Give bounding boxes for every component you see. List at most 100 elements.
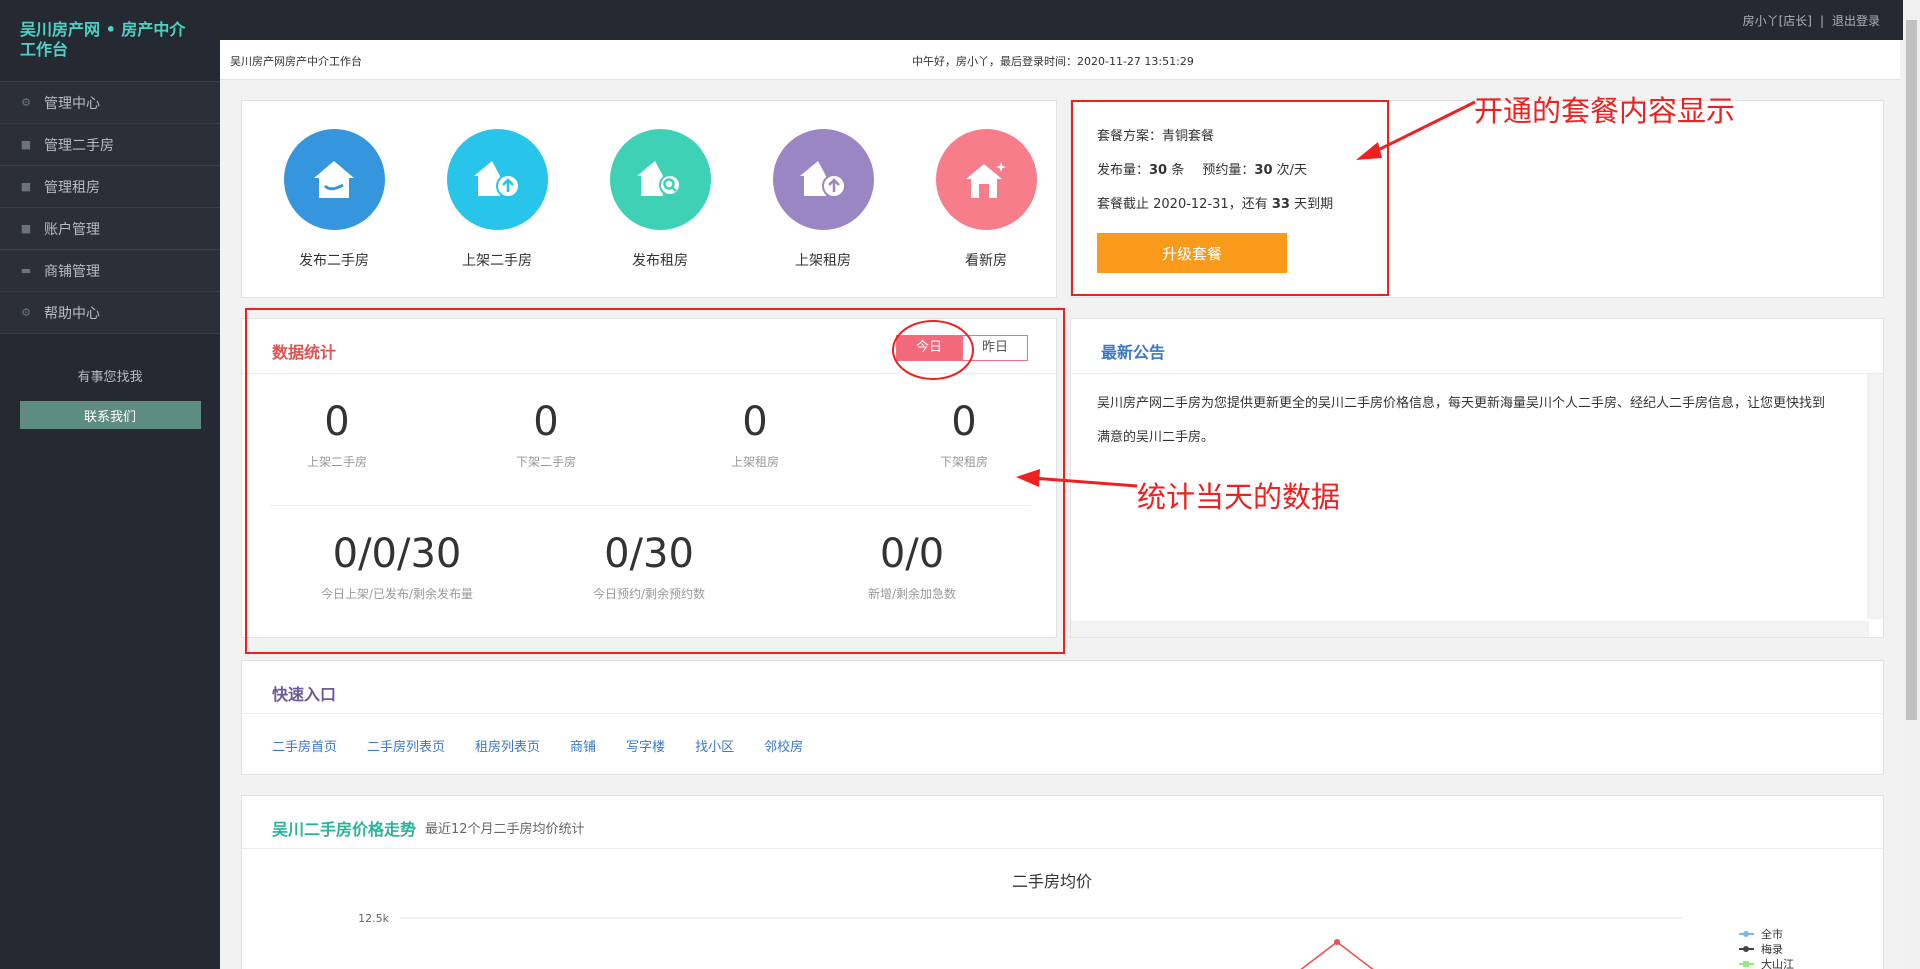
sidebar-item-help[interactable]: ⚙ 帮助中心 (0, 292, 220, 334)
gear-icon: ⚙ (21, 95, 31, 109)
divider (1071, 373, 1883, 374)
stat-listed-rental: 0 上架租房 (730, 399, 779, 469)
quick-link-second-hand-list[interactable]: 二手房列表页 (367, 736, 445, 755)
action-label: 发布二手房 (299, 253, 369, 269)
package-plan: 套餐方案：青铜套餐 (1097, 129, 1215, 144)
package-expiry: 套餐截止 2020-12-31，还有 33 天到期 (1097, 197, 1334, 212)
sidebar-item-label: 管理租房 (44, 179, 100, 196)
house-hand-icon (283, 129, 385, 230)
series-line (1300, 941, 1374, 969)
quick-link-community[interactable]: 找小区 (695, 736, 734, 755)
stats-tabs: 今日 昨日 (896, 335, 1028, 361)
price-trend-title: 吴川二手房价格走势 (272, 820, 417, 839)
quick-link-office[interactable]: 写字楼 (626, 736, 665, 755)
shop-icon: ▬ (20, 263, 32, 277)
sidebar-item-label: 管理中心 (44, 95, 100, 112)
stat-booking-quota: 0/30 今日预约/剩余预约数 (592, 531, 706, 601)
sidebar-item-label: 账户管理 (44, 221, 100, 238)
notice-horizontal-scrollbar[interactable] (1071, 621, 1869, 637)
upgrade-package-button[interactable]: 升级套餐 (1097, 233, 1287, 273)
contact-us-button[interactable]: 联系我们 (19, 401, 201, 429)
sidebar-item-label: 商铺管理 (44, 263, 100, 280)
publish-second-hand-button[interactable]: 发布二手房 (264, 129, 404, 270)
house-search-icon (609, 129, 711, 230)
legend-item-meilu[interactable]: 梅录 (1739, 942, 1783, 956)
package-plan-name: 青铜套餐 (1162, 129, 1215, 144)
notice-vertical-scrollbar[interactable] (1867, 374, 1883, 619)
divider (242, 713, 1883, 714)
legend-item-dashanjiang[interactable]: 大山江 (1739, 957, 1794, 969)
stat-listed-second-hand: 0 上架二手房 (306, 399, 367, 469)
svg-text:大山江: 大山江 (1761, 957, 1794, 969)
days-left: 33 (1271, 197, 1290, 212)
price-trend-subtitle: 最近12个月二手房均价统计 (425, 822, 585, 837)
publish-rental-button[interactable]: 发布租房 (590, 129, 730, 270)
quick-links-panel: 快速入口 二手房首页 二手房列表页 租房列表页 商铺 写字楼 找小区 邻校房 (241, 660, 1884, 775)
user-name-link[interactable]: 房小丫[店长] (1743, 14, 1812, 28)
user-menu: 房小丫[店长] | 退出登录 (1742, 14, 1880, 28)
action-label: 发布租房 (632, 253, 688, 269)
quick-link-shop[interactable]: 商铺 (570, 736, 596, 755)
package-annotation: 开通的套餐内容显示 (1474, 94, 1736, 128)
breadcrumb: 吴川房产网房产中介工作台 (230, 55, 362, 68)
top-bar: 房小丫[店长] | 退出登录 (0, 0, 1920, 40)
quick-link-rental-list[interactable]: 租房列表页 (475, 736, 540, 755)
series-point (1334, 939, 1340, 945)
notice-title: 最新公告 (1101, 343, 1166, 362)
stats-panel: 数据统计 今日 昨日 0 上架二手房 0 下架二手房 0 上架租房 0 下架租房… (241, 318, 1057, 638)
action-label: 上架租房 (795, 253, 851, 269)
svg-text:梅录: 梅录 (1761, 942, 1783, 956)
price-trend-chart: 二手房均价 12.5k 10k 全市 梅录 大山江 (358, 872, 1794, 969)
divider (270, 505, 1030, 506)
publish-count: 30 (1149, 163, 1168, 178)
list-second-hand-button[interactable]: 上架二手房 (427, 129, 567, 270)
sidebar: 吴川房产网 • 房产中介工作台 ⚙ 管理中心 ■ 管理二手房 ■ 管理租房 ■ … (0, 0, 220, 969)
notice-body: 吴川房产网二手房为您提供更新更全的吴川二手房价格信息，每天更新海量吴川个人二手房… (1097, 396, 1826, 445)
tab-today[interactable]: 今日 (896, 335, 962, 361)
sidebar-item-label: 帮助中心 (44, 305, 100, 322)
stat-delisted-rental: 0 下架租房 (939, 399, 988, 469)
sidebar-item-account[interactable]: ■ 账户管理 (0, 208, 220, 250)
expire-date: 2020-12-31 (1153, 197, 1229, 212)
y-tick-label: 12.5k (358, 912, 389, 925)
view-new-homes-button[interactable]: 看新房 (916, 129, 1056, 270)
scrollbar-thumb[interactable] (1906, 20, 1917, 720)
page-scrollbar[interactable] (1903, 0, 1920, 969)
gear-icon: ⚙ (21, 305, 31, 319)
annotation-arrow-icon (1016, 469, 1138, 488)
house-icon: ■ (20, 137, 32, 151)
action-label: 上架二手房 (462, 253, 532, 269)
stat-urgent-quota: 0/0 新增/剩余加急数 (867, 531, 957, 601)
house-sparkle-icon (935, 129, 1037, 230)
booking-count: 30 (1254, 163, 1273, 178)
stats-annotation: 统计当天的数据 (1137, 480, 1341, 514)
chart-legend: 全市 梅录 大山江 (1739, 927, 1794, 969)
house-upload-icon (446, 129, 548, 230)
greeting-text: 中午好，房小丫，最后登录时间：2020-11-27 13:51:29 (912, 55, 1194, 68)
stats-title: 数据统计 (272, 343, 337, 362)
divider (242, 373, 1056, 374)
house-upload-icon (772, 129, 874, 230)
sidebar-item-shop[interactable]: ▬ 商铺管理 (0, 250, 220, 292)
quick-links-title: 快速入口 (272, 685, 337, 704)
sidebar-item-rental[interactable]: ■ 管理租房 (0, 166, 220, 208)
quick-actions-panel: 发布二手房 上架二手房 发布租房 上架租房 看新房 (241, 100, 1057, 298)
tab-yesterday[interactable]: 昨日 (962, 335, 1028, 361)
annotation-arrow-icon (1356, 100, 1476, 160)
legend-item-all-city[interactable]: 全市 (1739, 927, 1783, 941)
page-header: 吴川房产网房产中介工作台 中午好，房小丫，最后登录时间：2020-11-27 1… (220, 40, 1900, 80)
user-icon: ■ (20, 221, 32, 235)
logout-link[interactable]: 退出登录 (1832, 14, 1880, 28)
quick-link-school-housing[interactable]: 邻校房 (764, 736, 803, 755)
quick-link-second-hand-home[interactable]: 二手房首页 (272, 736, 337, 755)
house-icon: ■ (20, 179, 32, 193)
quick-links: 二手房首页 二手房列表页 租房列表页 商铺 写字楼 找小区 邻校房 (272, 736, 803, 755)
list-rental-button[interactable]: 上架租房 (753, 129, 893, 270)
package-quota: 发布量：30 条 预约量：30 次/天 (1097, 163, 1308, 178)
help-text: 有事您找我 (77, 370, 143, 385)
brand-title: 吴川房产网 • 房产中介工作台 (0, 0, 220, 82)
stat-delisted-second-hand: 0 下架二手房 (515, 399, 576, 469)
svg-text:全市: 全市 (1761, 927, 1783, 941)
sidebar-item-management-center[interactable]: ⚙ 管理中心 (0, 82, 220, 124)
sidebar-item-second-hand[interactable]: ■ 管理二手房 (0, 124, 220, 166)
